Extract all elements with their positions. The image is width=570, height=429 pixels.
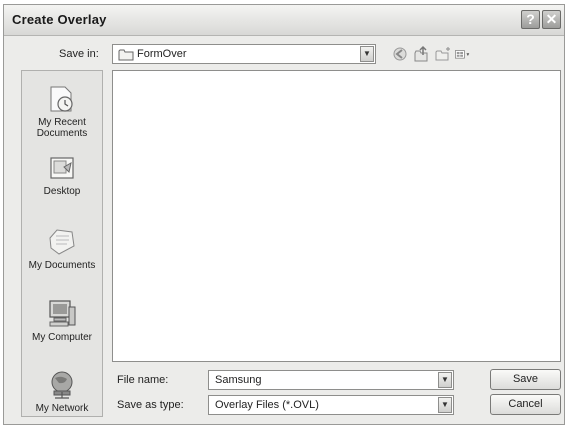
title-bar[interactable]: Create Overlay ? ✕ <box>4 5 564 36</box>
file-list-view[interactable] <box>112 70 561 362</box>
my-network-icon <box>51 371 73 399</box>
help-icon: ? <box>526 11 535 27</box>
place-desktop[interactable]: Desktop <box>22 154 102 197</box>
file-name-value: Samsung <box>215 374 262 386</box>
place-my-documents[interactable]: My Documents <box>22 224 102 271</box>
place-my-network[interactable]: My Network <box>22 369 102 414</box>
place-label: My Documents <box>28 260 96 271</box>
place-label: My Network <box>35 403 89 414</box>
file-name-label: File name: <box>117 374 169 386</box>
save-in-dropdown[interactable]: FormOver ▼ <box>112 44 376 64</box>
desktop-icon <box>50 157 74 179</box>
create-overlay-dialog: Create Overlay ? ✕ Save in: FormOver ▼ ▾ <box>3 4 565 425</box>
close-button[interactable]: ✕ <box>542 10 561 29</box>
save-in-value: FormOver <box>137 48 187 60</box>
folder-icon <box>118 49 134 61</box>
views-menu-icon[interactable]: ▾ <box>454 45 472 63</box>
back-icon[interactable] <box>391 45 409 63</box>
place-my-computer[interactable]: My Computer <box>22 298 102 343</box>
help-button[interactable]: ? <box>521 10 540 29</box>
place-my-recent-documents[interactable]: My Recent Documents <box>22 83 102 139</box>
save-button[interactable]: Save <box>490 369 561 390</box>
my-computer-icon <box>49 300 76 327</box>
save-as-type-dropdown[interactable]: Overlay Files (*.OVL) ▼ <box>208 395 454 415</box>
chevron-down-icon[interactable]: ▼ <box>360 46 374 62</box>
place-label: My Computer <box>31 332 92 343</box>
views-menu-arrow: ▾ <box>466 52 469 58</box>
my-documents-icon <box>49 229 75 255</box>
file-name-input[interactable]: Samsung ▼ <box>208 370 454 390</box>
save-as-type-value: Overlay Files (*.OVL) <box>215 399 319 411</box>
place-label: My Recent <box>38 117 86 128</box>
cancel-button[interactable]: Cancel <box>490 394 561 415</box>
close-icon: ✕ <box>545 11 558 27</box>
chevron-down-icon[interactable]: ▼ <box>438 397 452 413</box>
save-in-label: Save in: <box>59 48 99 60</box>
dialog-title: Create Overlay <box>12 12 107 27</box>
place-label: Desktop <box>43 186 81 197</box>
places-bar: My Recent Documents Desktop My Documents <box>21 70 103 417</box>
recent-documents-icon <box>50 86 73 112</box>
place-label: Documents <box>36 128 88 139</box>
up-folder-icon[interactable] <box>412 45 430 63</box>
new-folder-icon[interactable] <box>434 45 452 63</box>
chevron-down-icon[interactable]: ▼ <box>438 372 452 388</box>
save-as-type-label: Save as type: <box>117 399 184 411</box>
